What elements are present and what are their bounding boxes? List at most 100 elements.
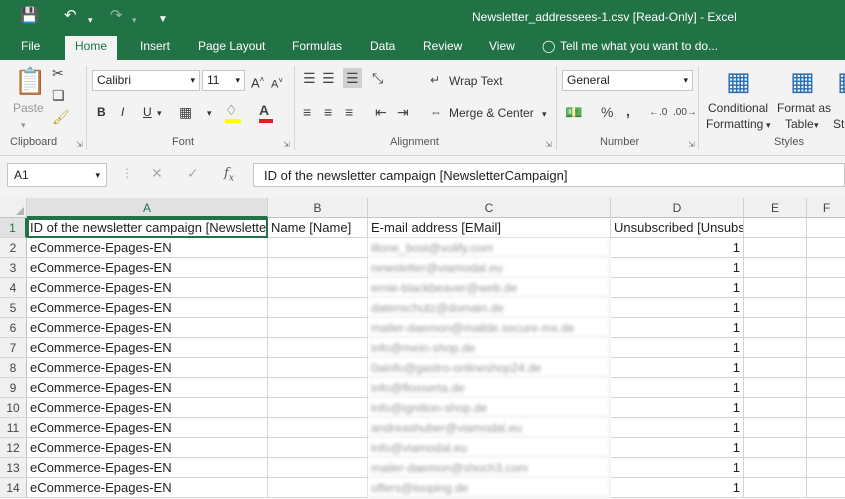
cell-d[interactable]: 1 — [611, 398, 744, 418]
cell-b[interactable] — [268, 338, 368, 358]
cell-e[interactable] — [744, 258, 807, 278]
copy-icon[interactable]: ❏ — [52, 87, 65, 103]
tell-me-search[interactable]: Tell me what you want to do... — [560, 39, 718, 53]
cell-c[interactable]: info@viamodal.eu — [368, 438, 611, 458]
bold-button[interactable]: B — [97, 104, 106, 120]
undo-dropdown-icon[interactable]: ▾ — [88, 11, 93, 29]
cell-b[interactable] — [268, 318, 368, 338]
cell-a[interactable]: eCommerce-Epages-EN — [27, 258, 268, 278]
cell-e[interactable] — [744, 298, 807, 318]
cell-f[interactable] — [807, 358, 845, 378]
cell-b[interactable] — [268, 438, 368, 458]
cell-d[interactable]: 1 — [611, 378, 744, 398]
cell-a[interactable]: eCommerce-Epages-EN — [27, 458, 268, 478]
decrease-indent-icon[interactable]: ⇤ — [375, 104, 387, 120]
cell-c[interactable]: info@mein-shop.de — [368, 338, 611, 358]
cell-c[interactable]: mailer-daemon@shoch3.com — [368, 458, 611, 478]
column-header-f[interactable]: F — [807, 198, 845, 218]
redo-dropdown-icon[interactable]: ▾ — [132, 11, 137, 29]
cell-f[interactable] — [807, 238, 845, 258]
cell-f[interactable] — [807, 258, 845, 278]
wrap-text-button[interactable]: Wrap Text — [449, 73, 503, 89]
cell-c[interactable]: newsletter@viamodal.eu — [368, 258, 611, 278]
paste-dropdown-icon[interactable]: ▾ — [21, 117, 26, 133]
insert-function-icon[interactable]: fx — [224, 166, 234, 184]
redo-icon[interactable]: ↷ — [110, 7, 123, 25]
formula-bar-grip-icon[interactable]: ⋮ — [121, 166, 133, 180]
align-bottom-icon[interactable]: ☰ — [343, 68, 362, 88]
conditional-formatting-dropdown-icon[interactable]: ▾ — [766, 117, 771, 133]
align-middle-icon[interactable]: ☰ — [322, 70, 335, 86]
cell-e[interactable] — [744, 238, 807, 258]
accounting-format-icon[interactable]: 💵 — [565, 104, 582, 120]
align-center-icon[interactable]: ≡ — [324, 104, 332, 120]
cell-d[interactable]: Unsubscribed [Unsubscribed] — [611, 218, 744, 238]
font-color-icon[interactable]: A — [259, 102, 273, 123]
increase-font-size-icon[interactable]: A˄ — [251, 72, 264, 91]
clipboard-launcher-icon[interactable]: ⇲ — [76, 140, 83, 149]
cell-f[interactable] — [807, 398, 845, 418]
formula-input[interactable]: ID of the newsletter campaign [Newslette… — [253, 163, 845, 187]
borders-icon[interactable]: ▦ — [179, 104, 192, 120]
cell-d[interactable]: 1 — [611, 438, 744, 458]
cell-e[interactable] — [744, 218, 807, 238]
format-as-table-label[interactable]: Table — [785, 116, 814, 132]
cell-a[interactable]: eCommerce-Epages-EN — [27, 398, 268, 418]
underline-button[interactable]: U — [143, 104, 152, 120]
cell-b[interactable] — [268, 298, 368, 318]
cell-f[interactable] — [807, 478, 845, 498]
row-header[interactable]: 11 — [0, 418, 27, 438]
row-header[interactable]: 1 — [0, 218, 27, 238]
cell-b[interactable] — [268, 378, 368, 398]
customize-qat-icon[interactable]: ▼ — [158, 11, 168, 29]
cell-d[interactable]: 1 — [611, 318, 744, 338]
orientation-icon[interactable]: ⤡ — [372, 70, 383, 86]
align-left-icon[interactable]: ≡ — [303, 104, 311, 120]
cell-a[interactable]: eCommerce-Epages-EN — [27, 418, 268, 438]
cell-styles-button[interactable]: St — [833, 116, 844, 132]
number-format-select[interactable]: General ▾ — [562, 70, 693, 91]
cell-c[interactable]: ernie-blackbeaver@web.de — [368, 278, 611, 298]
merge-dropdown-icon[interactable]: ▾ — [542, 106, 547, 122]
decrease-decimal-icon[interactable]: .00→ — [673, 105, 697, 121]
format-as-table-button[interactable]: Format as — [777, 100, 831, 116]
fill-color-icon[interactable]: ♢ — [225, 102, 241, 123]
cell-a[interactable]: eCommerce-Epages-EN — [27, 338, 268, 358]
cell-e[interactable] — [744, 478, 807, 498]
cell-d[interactable]: 1 — [611, 298, 744, 318]
confirm-entry-icon[interactable]: ✓ — [187, 165, 199, 182]
cell-e[interactable] — [744, 398, 807, 418]
column-header-d[interactable]: D — [611, 198, 744, 218]
italic-button[interactable]: I — [121, 104, 124, 120]
cell-f[interactable] — [807, 438, 845, 458]
cell-b[interactable]: Name [Name] — [268, 218, 368, 238]
align-right-icon[interactable]: ≡ — [345, 104, 353, 120]
tab-page-layout[interactable]: Page Layout — [198, 39, 265, 53]
cell-f[interactable] — [807, 298, 845, 318]
conditional-formatting-label[interactable]: Formatting — [706, 116, 763, 132]
tab-data[interactable]: Data — [370, 39, 395, 53]
cell-e[interactable] — [744, 278, 807, 298]
cell-e[interactable] — [744, 378, 807, 398]
cell-c[interactable]: offers@looping.de — [368, 478, 611, 498]
format-as-table-dropdown-icon[interactable]: ▾ — [814, 117, 819, 133]
cut-icon[interactable]: ✂ — [52, 65, 64, 81]
cell-e[interactable] — [744, 458, 807, 478]
column-header-b[interactable]: B — [268, 198, 368, 218]
paste-button[interactable]: Paste — [13, 100, 44, 116]
row-header[interactable]: 7 — [0, 338, 27, 358]
increase-indent-icon[interactable]: ⇥ — [397, 104, 409, 120]
cell-a[interactable]: eCommerce-Epages-EN — [27, 478, 268, 498]
comma-style-icon[interactable]: , — [626, 103, 630, 119]
cell-f[interactable] — [807, 418, 845, 438]
cell-e[interactable] — [744, 358, 807, 378]
cell-a[interactable]: eCommerce-Epages-EN — [27, 358, 268, 378]
select-all-button[interactable] — [0, 198, 27, 218]
cell-b[interactable] — [268, 458, 368, 478]
row-header[interactable]: 12 — [0, 438, 27, 458]
cell-b[interactable] — [268, 478, 368, 498]
cell-c[interactable]: info@ignition-shop.de — [368, 398, 611, 418]
cell-e[interactable] — [744, 338, 807, 358]
cell-a[interactable]: eCommerce-Epages-EN — [27, 278, 268, 298]
cell-d[interactable]: 1 — [611, 278, 744, 298]
